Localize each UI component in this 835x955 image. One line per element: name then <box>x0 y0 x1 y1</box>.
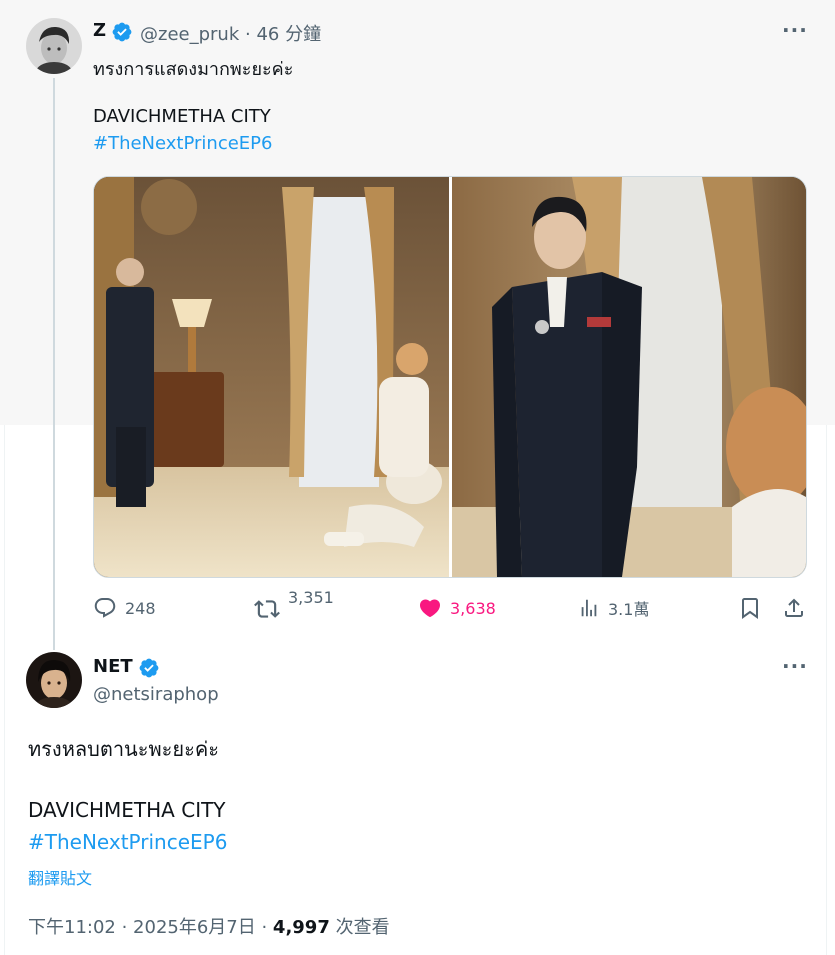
tweet2-handle[interactable]: @netsiraphop <box>93 684 219 705</box>
tweet2-author-name[interactable]: NET <box>93 656 133 677</box>
verified-badge-icon <box>111 21 133 47</box>
tweet2-more-icon[interactable]: ··· <box>782 654 808 678</box>
reply-button[interactable]: 248 <box>93 594 156 622</box>
share-icon <box>785 598 803 617</box>
column-border-right <box>826 425 827 955</box>
avatar-zee[interactable] <box>26 18 82 74</box>
views-button[interactable]: 3.1萬 <box>578 594 649 622</box>
thread-connector-line <box>53 78 55 650</box>
bookmark-button[interactable] <box>738 594 762 622</box>
tweet1-handle[interactable]: @zee_pruk <box>140 24 239 45</box>
tweet1-author-name[interactable]: Z <box>93 20 106 41</box>
tweet1-more-icon[interactable]: ··· <box>782 18 808 42</box>
avatar-zee-image <box>26 18 82 74</box>
tweet2-hashtag[interactable]: #TheNextPrinceEP6 <box>28 830 227 854</box>
retweet-icon <box>254 600 280 618</box>
reply-icon <box>94 598 116 618</box>
tweet2-view-count: 4,997 <box>272 917 330 938</box>
retweet-count: 3,351 <box>288 588 334 607</box>
share-button[interactable] <box>782 594 806 622</box>
bookmark-icon <box>742 598 758 619</box>
tweet2-timestamp[interactable]: 下午11:02 · 2025年6月7日 · <box>28 917 273 938</box>
like-button[interactable]: 3,638 <box>418 594 496 622</box>
tweet2-view-label: 次查看 <box>329 917 390 938</box>
views-count: 3.1萬 <box>608 600 650 619</box>
tweet1-media-grid <box>93 176 807 578</box>
verified-badge-icon <box>138 657 160 683</box>
tweet1-text-line1: ทรงการแสดงมากพะยะค่ะ <box>93 59 294 80</box>
tweet2-meta: 下午11:02 · 2025年6月7日 · 4,997 次查看 <box>28 913 390 939</box>
tweet1-time[interactable]: 46 分鐘 <box>256 24 321 45</box>
like-count: 3,638 <box>450 598 496 618</box>
views-icon <box>581 599 597 617</box>
tweet1-meta: @zee_pruk · 46 分鐘 <box>140 20 321 46</box>
retweet-button[interactable]: 3,351 <box>254 588 334 618</box>
avatar-net-image <box>26 652 82 708</box>
tweet1-text-line2: DAVICHMETHA CITY <box>93 106 271 127</box>
tweet1-separator: · <box>239 24 257 45</box>
tweet1-photo-2[interactable] <box>452 177 806 577</box>
avatar-net[interactable] <box>26 652 82 708</box>
reply-count: 248 <box>125 598 156 618</box>
tweet1-photo-1[interactable] <box>94 177 449 577</box>
column-border-left <box>4 425 5 955</box>
tweet2-text-line2: DAVICHMETHA CITY <box>28 798 226 822</box>
heart-icon <box>419 599 441 618</box>
tweet2-text-line1: ทรงหลบตานะพะยะค่ะ <box>28 737 219 761</box>
tweet1-hashtag[interactable]: #TheNextPrinceEP6 <box>93 133 273 154</box>
translate-post-link[interactable]: 翻譯貼文 <box>28 865 92 889</box>
